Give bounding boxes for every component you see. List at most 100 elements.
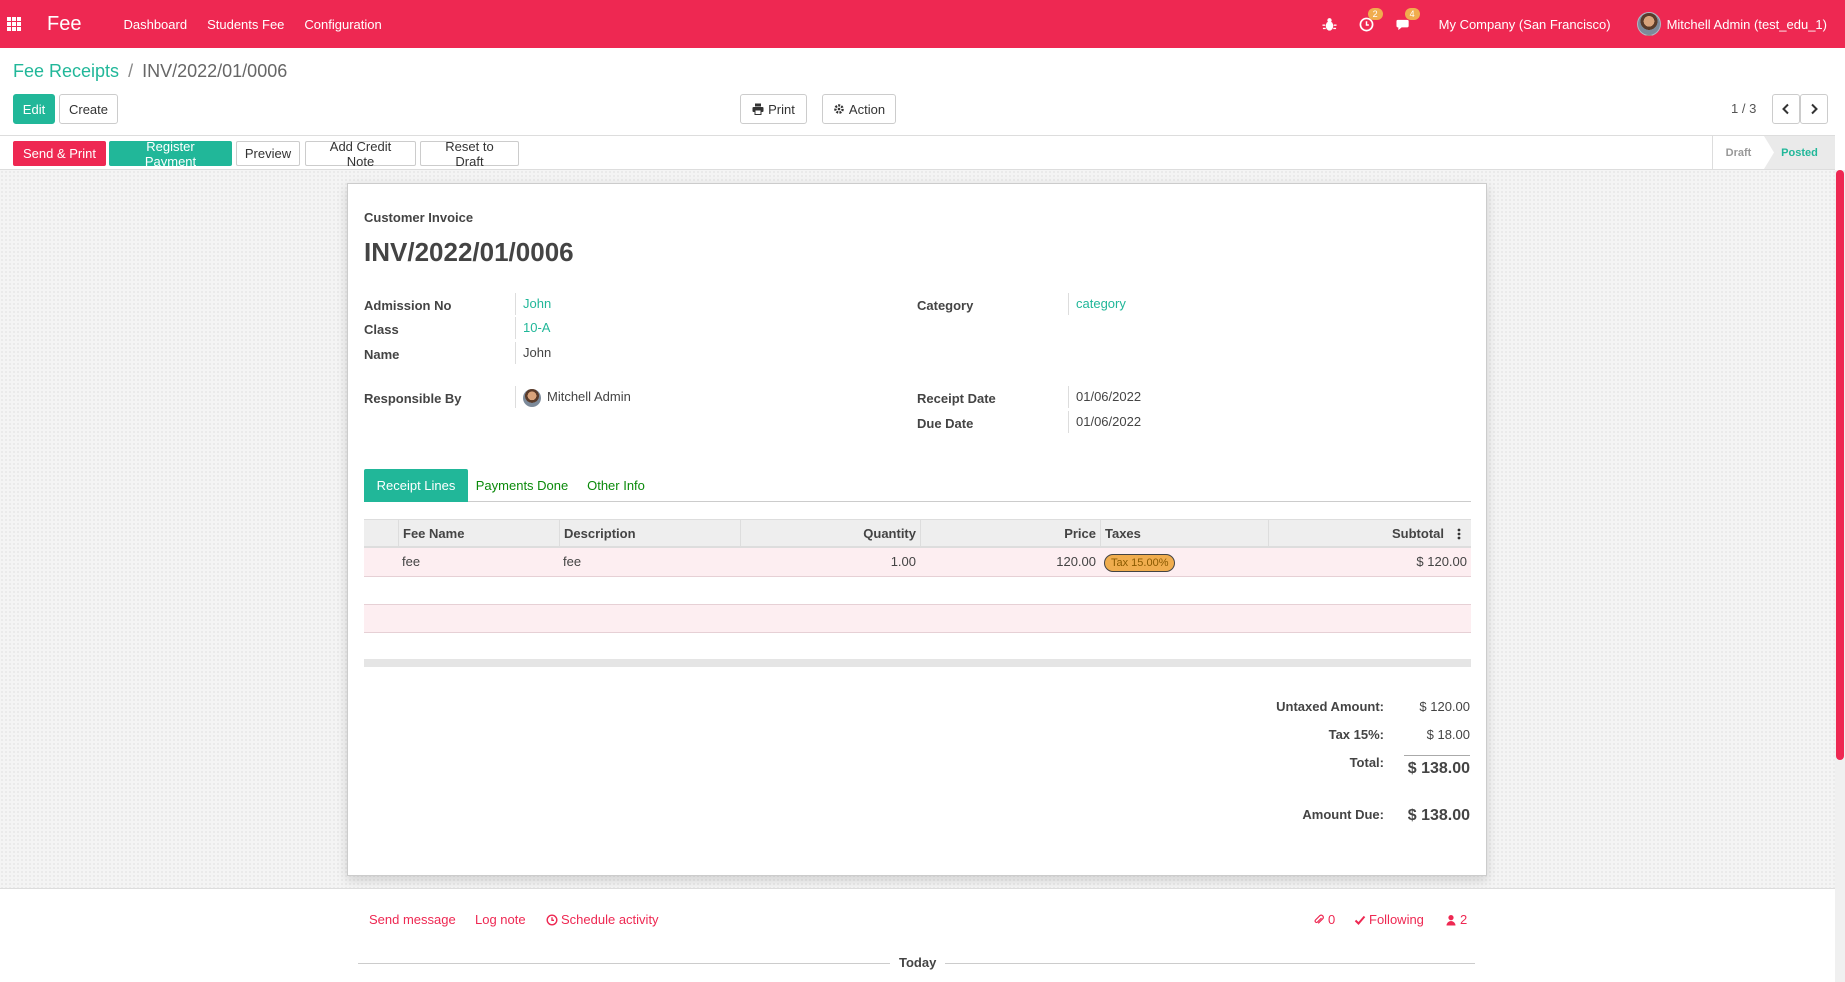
row-fee-name: fee — [402, 554, 421, 569]
amount-due-label: Amount Due: — [1302, 807, 1384, 822]
page-scrollbar-thumb[interactable] — [1836, 170, 1844, 760]
followers-count: 2 — [1460, 912, 1468, 927]
messages-icon[interactable]: 4 — [1396, 7, 1420, 32]
col-price[interactable]: Price — [920, 520, 1100, 547]
name-label: Name — [364, 347, 400, 362]
responsible-label: Responsible By — [364, 391, 462, 406]
print-label: Print — [768, 101, 795, 117]
row-taxes: Tax 15.00% — [1100, 548, 1268, 576]
stage-draft: Draft — [1712, 136, 1764, 169]
schedule-activity-button[interactable]: Schedule activity — [546, 912, 659, 927]
amount-due-row: Amount Due: $ 138.00 — [1170, 807, 1470, 835]
menu-configuration[interactable]: Configuration — [304, 17, 381, 32]
breadcrumb-separator: / — [128, 61, 134, 81]
untaxed-value: $ 120.00 — [1419, 699, 1470, 714]
category-value[interactable]: category — [1068, 293, 1126, 315]
user-menu[interactable]: Mitchell Admin (test_edu_1) — [1636, 12, 1827, 36]
activity-badge: 2 — [1367, 7, 1383, 20]
document-type: Customer Invoice — [364, 210, 474, 225]
user-avatar — [1636, 12, 1661, 36]
page-scrollbar[interactable] — [1835, 170, 1845, 982]
untaxed-label: Untaxed Amount: — [1276, 699, 1384, 714]
admission-no-label: Admission No — [364, 298, 452, 313]
attachments-count: 0 — [1328, 912, 1336, 927]
receipt-date-label: Receipt Date — [917, 391, 996, 406]
col-taxes[interactable]: Taxes — [1100, 520, 1268, 547]
apps-grid-icon[interactable] — [0, 0, 28, 48]
chevron-right-icon — [1811, 103, 1818, 115]
untaxed-row: Untaxed Amount: $ 120.00 — [1170, 699, 1470, 727]
bug-icon[interactable] — [1322, 17, 1337, 32]
responsible-value[interactable]: Mitchell Admin — [515, 386, 631, 408]
pager-value[interactable]: 1 / 3 — [1731, 101, 1756, 116]
menu-students-fee[interactable]: Students Fee — [207, 17, 284, 32]
following-button[interactable]: Following — [1354, 912, 1424, 927]
send-message-button[interactable]: Send message — [369, 912, 456, 927]
row-quantity: 1.00 — [890, 554, 916, 569]
responsible-name: Mitchell Admin — [547, 389, 631, 404]
followers-button[interactable]: 2 — [1445, 912, 1467, 927]
action-label: Action — [848, 101, 886, 117]
reset-to-draft-button[interactable]: Reset to Draft — [420, 139, 519, 169]
navbar-right: 2 4 My Company (San Francisco) Mitchell … — [1300, 0, 1827, 48]
tax-value: $ 18.00 — [1426, 727, 1470, 742]
name-value: John — [515, 342, 551, 364]
tab-receipt-lines[interactable]: Receipt Lines — [364, 469, 468, 502]
total-row: Total: $ 138.00 — [1170, 755, 1470, 807]
action-button[interactable]: Action — [822, 94, 896, 124]
following-label: Following — [1369, 912, 1424, 927]
totals-block: Untaxed Amount: $ 120.00 Tax 15%: $ 18.0… — [1170, 699, 1470, 835]
row-description: fee — [563, 554, 582, 569]
total-label: Total: — [1349, 755, 1384, 770]
tab-other-info[interactable]: Other Info — [576, 469, 656, 502]
preview-button[interactable]: Preview — [236, 141, 300, 166]
notebook-tabs: Receipt Lines Payments Done Other Info — [364, 469, 1471, 502]
company-switcher[interactable]: My Company (San Francisco) — [1439, 17, 1611, 32]
send-print-button[interactable]: Send & Print — [13, 141, 106, 166]
tax-label: Tax 15%: — [1328, 727, 1384, 742]
pager-previous-button[interactable] — [1772, 94, 1800, 124]
breadcrumb-fee-receipts[interactable]: Fee Receipts — [13, 61, 119, 81]
row-price: 120.00 — [1056, 554, 1096, 569]
col-subtotal[interactable]: Subtotal — [1268, 520, 1448, 547]
top-navbar: Fee Dashboard Students Fee Configuration… — [0, 0, 1845, 48]
paperclip-icon — [1314, 914, 1324, 924]
user-name: Mitchell Admin (test_edu_1) — [1666, 16, 1827, 32]
optional-columns-icon[interactable] — [1448, 520, 1471, 547]
class-value[interactable]: 10-A — [515, 317, 550, 339]
add-credit-note-button[interactable]: Add Credit Note — [305, 139, 416, 169]
create-button[interactable]: Create — [59, 94, 118, 124]
edit-button[interactable]: Edit — [13, 94, 55, 124]
chatter: Send message Log note Schedule activity … — [0, 888, 1835, 982]
activity-clock-icon[interactable]: 2 — [1359, 7, 1383, 32]
tax-tag: Tax 15.00% — [1104, 554, 1176, 572]
breadcrumb: Fee Receipts / INV/2022/01/0006 — [13, 61, 287, 82]
category-label: Category — [917, 298, 974, 313]
gear-icon — [834, 104, 844, 114]
schedule-activity-label: Schedule activity — [561, 912, 659, 927]
table-row[interactable]: fee fee 1.00 120.00 Tax 15.00% $ 120.00 — [364, 548, 1471, 577]
col-quantity[interactable]: Quantity — [740, 520, 920, 547]
attachments-button[interactable]: 0 — [1313, 912, 1335, 927]
pager-next-button[interactable] — [1800, 94, 1828, 124]
receipt-date-value: 01/06/2022 — [1068, 386, 1141, 408]
table-horizontal-scrollbar[interactable] — [364, 659, 1471, 667]
tax-row: Tax 15%: $ 18.00 — [1170, 727, 1470, 755]
print-button[interactable]: Print — [740, 94, 807, 124]
total-value: $ 138.00 — [1404, 755, 1470, 778]
admission-no-value[interactable]: John — [515, 293, 551, 315]
app-brand[interactable]: Fee — [47, 13, 81, 36]
col-description[interactable]: Description — [559, 520, 740, 547]
tab-payments-done[interactable]: Payments Done — [468, 469, 576, 502]
check-icon — [1354, 915, 1366, 925]
menu-dashboard[interactable]: Dashboard — [123, 17, 187, 32]
print-icon — [752, 103, 764, 115]
log-note-button[interactable]: Log note — [475, 912, 526, 927]
add-line-row[interactable] — [364, 604, 1471, 633]
col-fee-name[interactable]: Fee Name — [398, 520, 559, 547]
row-subtotal: $ 120.00 — [1416, 554, 1467, 569]
breadcrumb-current: INV/2022/01/0006 — [142, 61, 288, 81]
form-statusbar: Send & Print Register Payment Preview Ad… — [0, 135, 1835, 170]
register-payment-button[interactable]: Register Payment — [109, 139, 232, 169]
form-sheet: Customer Invoice INV/2022/01/0006 Admiss… — [347, 183, 1487, 876]
